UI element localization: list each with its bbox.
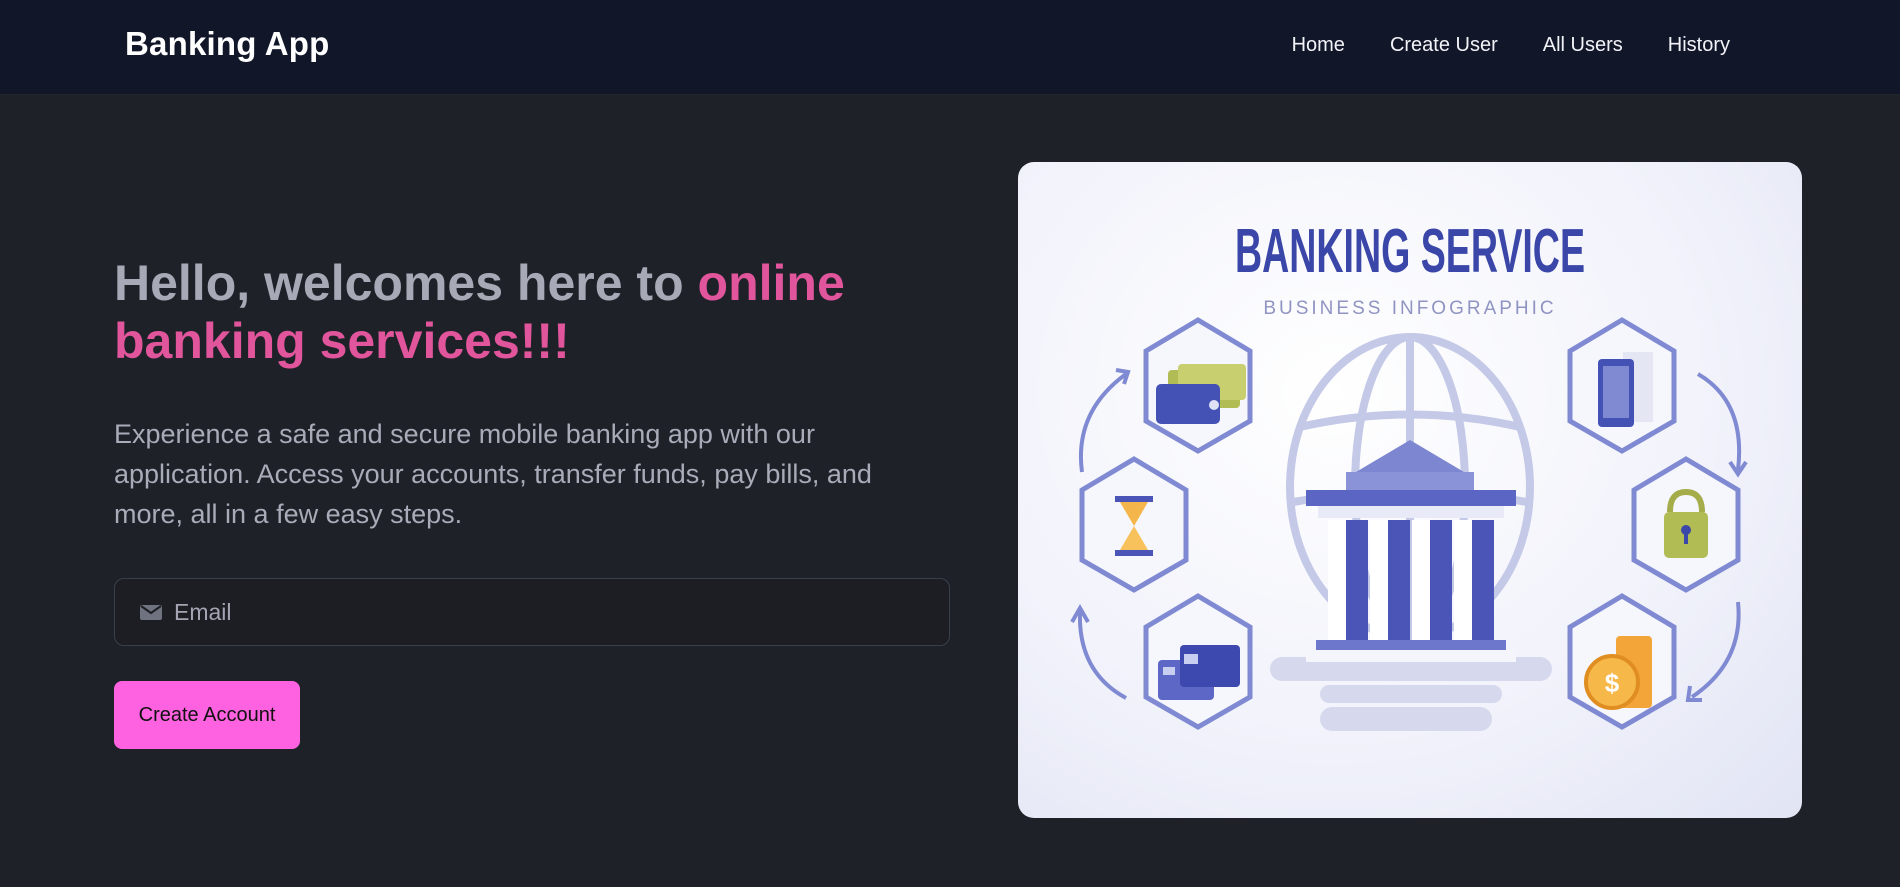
hero-description: Experience a safe and secure mobile bank…	[114, 419, 872, 529]
base-shadow	[1270, 657, 1552, 731]
email-input[interactable]	[174, 579, 949, 645]
brand-logo[interactable]: Banking App	[125, 25, 329, 63]
hero-headline: Hello, welcomes here to online banking s…	[114, 254, 914, 370]
nav-links: Home Create User All Users History	[1292, 34, 1730, 57]
navbar: Banking App Home Create User All Users H…	[0, 0, 1900, 94]
headline-plain: Hello, welcomes here to	[114, 255, 698, 311]
smartphone-icon	[1598, 352, 1653, 427]
nav-history[interactable]: History	[1668, 34, 1730, 57]
illustration-subtitle: BUSINESS INFOGRAPHIC	[1263, 298, 1556, 319]
nav-home[interactable]: Home	[1292, 34, 1345, 57]
illustration-svg: BANKING SERVICE BUSINESS INFOGRAPHIC $	[1070, 217, 1748, 731]
illustration-title: BANKING SERVICE	[1235, 217, 1585, 286]
envelope-icon	[140, 604, 162, 620]
banking-service-illustration: BANKING SERVICE BUSINESS INFOGRAPHIC $	[1018, 162, 1802, 818]
nav-all-users[interactable]: All Users	[1543, 34, 1623, 57]
nav-create-user[interactable]: Create User	[1390, 34, 1498, 57]
coin-dollar-glyph: $	[1605, 668, 1620, 698]
create-account-button[interactable]: Create Account	[114, 681, 300, 749]
email-field[interactable]	[114, 578, 950, 646]
